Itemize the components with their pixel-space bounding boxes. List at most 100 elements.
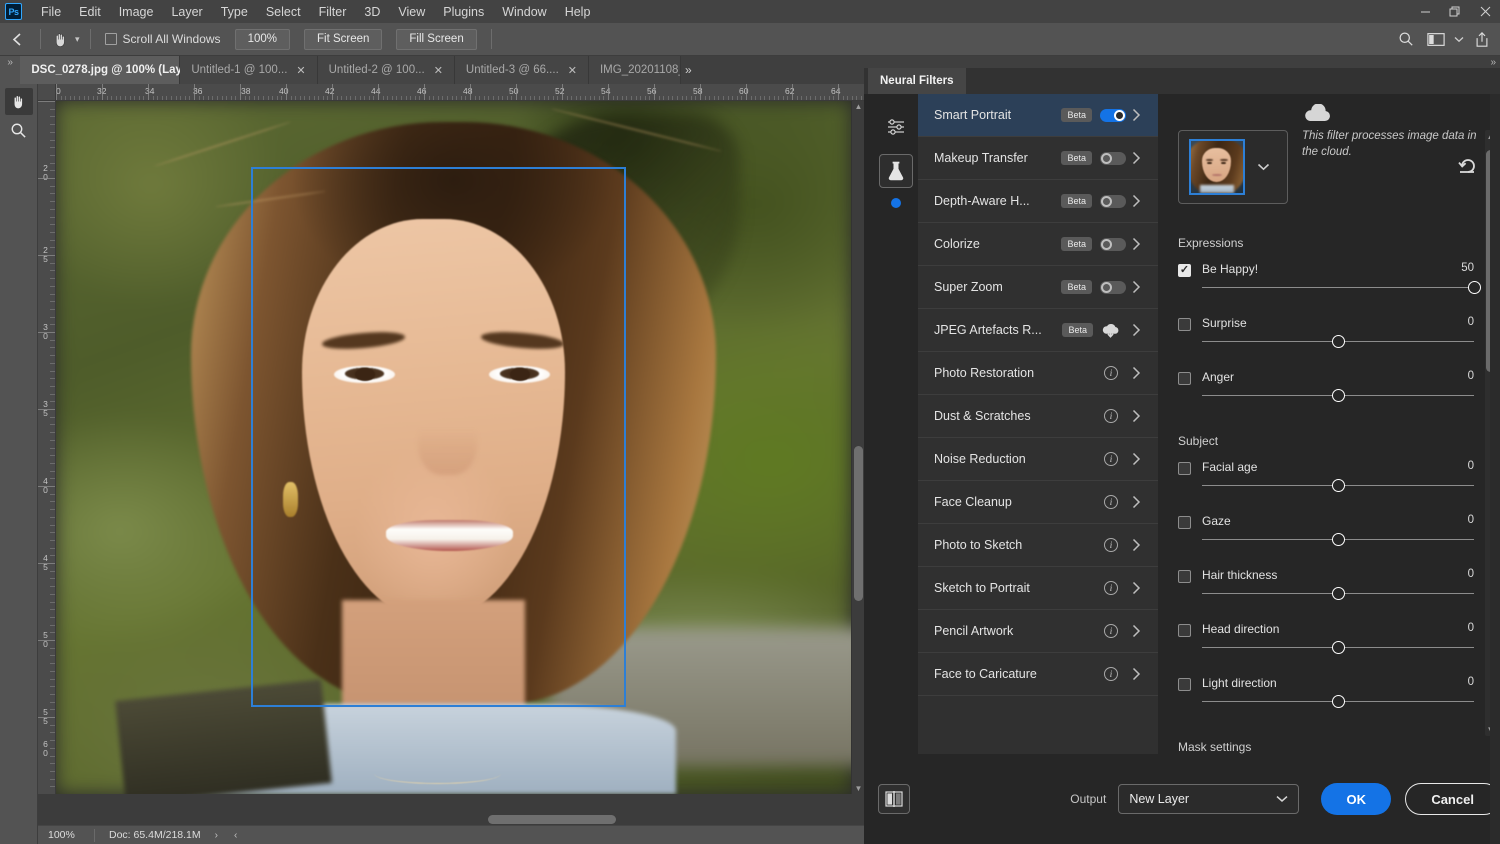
chevron-right-icon[interactable] bbox=[1132, 624, 1158, 638]
slider-knob[interactable] bbox=[1332, 389, 1345, 402]
slider-checkbox[interactable] bbox=[1178, 678, 1191, 691]
slider-light-direction[interactable]: Light direction0 bbox=[1178, 678, 1474, 722]
slider-checkbox[interactable] bbox=[1178, 318, 1191, 331]
slider-checkbox[interactable] bbox=[1178, 264, 1191, 277]
hand-tool-icon[interactable] bbox=[47, 26, 73, 52]
tab-neural-filters[interactable]: Neural Filters bbox=[868, 68, 966, 94]
filter-row-jpeg-artefacts-r[interactable]: JPEG Artefacts R...Beta bbox=[918, 309, 1158, 352]
chevron-down-icon[interactable]: ▾ bbox=[75, 34, 80, 45]
menu-type[interactable]: Type bbox=[212, 2, 257, 22]
output-select[interactable]: New Layer bbox=[1118, 784, 1299, 814]
filter-row-face-cleanup[interactable]: Face Cleanupi bbox=[918, 481, 1158, 524]
panel-expand-left-icon[interactable]: » bbox=[0, 56, 20, 84]
chevron-right-icon[interactable] bbox=[1132, 194, 1158, 208]
minimize-icon[interactable] bbox=[1410, 0, 1440, 23]
tab-overflow-icon[interactable]: » bbox=[681, 56, 695, 84]
info-icon[interactable]: i bbox=[1104, 409, 1118, 423]
chevron-right-icon[interactable] bbox=[1132, 366, 1158, 380]
slider-knob[interactable] bbox=[1332, 695, 1345, 708]
close-icon[interactable]: ✕ bbox=[296, 64, 305, 77]
flask-icon[interactable] bbox=[879, 154, 913, 188]
slider-checkbox[interactable] bbox=[1178, 372, 1191, 385]
slider-checkbox[interactable] bbox=[1178, 570, 1191, 583]
slider-knob[interactable] bbox=[1468, 281, 1481, 294]
menu-select[interactable]: Select bbox=[257, 2, 310, 22]
zoom-tool[interactable] bbox=[5, 117, 33, 144]
scrollbar-thumb[interactable] bbox=[854, 446, 863, 601]
chevron-right-icon[interactable] bbox=[1132, 538, 1158, 552]
menu-view[interactable]: View bbox=[389, 2, 434, 22]
image-canvas[interactable] bbox=[56, 101, 851, 794]
filter-row-depth-aware-h[interactable]: Depth-Aware H...Beta bbox=[918, 180, 1158, 223]
workspace-icon[interactable] bbox=[1422, 26, 1450, 52]
cloud-download-icon[interactable] bbox=[1101, 322, 1120, 338]
tab-untitled-2[interactable]: Untitled-2 @ 100... ✕ bbox=[318, 56, 455, 84]
status-next-icon[interactable]: › bbox=[201, 830, 218, 841]
info-icon[interactable]: i bbox=[1104, 667, 1118, 681]
chevron-right-icon[interactable] bbox=[1132, 409, 1158, 423]
chevron-right-icon[interactable] bbox=[1132, 581, 1158, 595]
filter-toggle[interactable] bbox=[1100, 195, 1126, 208]
reset-icon[interactable] bbox=[1458, 158, 1478, 174]
scroll-all-windows-checkbox[interactable]: Scroll All Windows bbox=[105, 32, 221, 46]
hand-tool[interactable] bbox=[5, 88, 33, 115]
ok-button[interactable]: OK bbox=[1321, 783, 1391, 815]
info-icon[interactable]: i bbox=[1104, 538, 1118, 552]
filter-row-dust-scratches[interactable]: Dust & Scratchesi bbox=[918, 395, 1158, 438]
cancel-button[interactable]: Cancel bbox=[1405, 783, 1500, 815]
zoom-100-button[interactable]: 100% bbox=[235, 29, 290, 50]
slider-checkbox[interactable] bbox=[1178, 516, 1191, 529]
canvas-vertical-scrollbar[interactable]: ▲ ▼ bbox=[851, 101, 864, 794]
slider-knob[interactable] bbox=[1332, 533, 1345, 546]
filter-row-photo-to-sketch[interactable]: Photo to Sketchi bbox=[918, 524, 1158, 567]
zoom-level[interactable]: 100% bbox=[38, 829, 94, 841]
tab-img-20201108[interactable]: IMG_20201108_0002_aft bbox=[589, 56, 681, 84]
slider-be-happy[interactable]: Be Happy!50 bbox=[1178, 264, 1474, 308]
compare-split-icon[interactable] bbox=[878, 784, 910, 814]
neural-filters-list[interactable]: Smart PortraitBetaMakeup TransferBetaDep… bbox=[918, 94, 1158, 754]
share-icon[interactable] bbox=[1468, 26, 1496, 52]
tab-untitled-1[interactable]: Untitled-1 @ 100... ✕ bbox=[180, 56, 317, 84]
info-icon[interactable]: i bbox=[1104, 452, 1118, 466]
filter-toggle[interactable] bbox=[1100, 238, 1126, 251]
tab-untitled-3[interactable]: Untitled-3 @ 66.... ✕ bbox=[455, 56, 589, 84]
maximize-icon[interactable] bbox=[1440, 0, 1470, 23]
slider-checkbox[interactable] bbox=[1178, 624, 1191, 637]
menu-window[interactable]: Window bbox=[493, 2, 555, 22]
filter-toggle[interactable] bbox=[1100, 281, 1126, 294]
filter-row-smart-portrait[interactable]: Smart PortraitBeta bbox=[918, 94, 1158, 137]
menu-file[interactable]: File bbox=[32, 2, 70, 22]
filter-row-colorize[interactable]: ColorizeBeta bbox=[918, 223, 1158, 266]
slider-facial-age[interactable]: Facial age0 bbox=[1178, 462, 1474, 506]
slider-track[interactable] bbox=[1202, 287, 1474, 288]
chevron-right-icon[interactable] bbox=[1132, 323, 1158, 337]
chevron-right-icon[interactable] bbox=[1132, 108, 1158, 122]
chevron-down-icon[interactable] bbox=[1257, 163, 1270, 171]
menu-layer[interactable]: Layer bbox=[162, 2, 211, 22]
info-icon[interactable]: i bbox=[1104, 366, 1118, 380]
close-icon[interactable]: ✕ bbox=[568, 64, 577, 77]
filter-row-face-to-caricature[interactable]: Face to Caricaturei bbox=[918, 653, 1158, 696]
menu-image[interactable]: Image bbox=[110, 2, 163, 22]
status-prev-icon[interactable]: ‹ bbox=[218, 830, 237, 841]
scrollbar-thumb[interactable] bbox=[488, 815, 616, 824]
slider-surprise[interactable]: Surprise0 bbox=[1178, 318, 1474, 362]
chevron-down-icon[interactable] bbox=[1452, 26, 1466, 52]
chevron-right-icon[interactable] bbox=[1132, 151, 1158, 165]
filter-row-photo-restoration[interactable]: Photo Restorationi bbox=[918, 352, 1158, 395]
slider-knob[interactable] bbox=[1332, 587, 1345, 600]
slider-knob[interactable] bbox=[1332, 641, 1345, 654]
filter-toggle[interactable] bbox=[1100, 152, 1126, 165]
menu-edit[interactable]: Edit bbox=[70, 2, 110, 22]
filter-row-noise-reduction[interactable]: Noise Reductioni bbox=[918, 438, 1158, 481]
fit-screen-button[interactable]: Fit Screen bbox=[304, 29, 382, 50]
filter-row-pencil-artwork[interactable]: Pencil Artworki bbox=[918, 610, 1158, 653]
menu-plugins[interactable]: Plugins bbox=[434, 2, 493, 22]
slider-anger[interactable]: Anger0 bbox=[1178, 372, 1474, 416]
info-icon[interactable]: i bbox=[1104, 581, 1118, 595]
slider-head-direction[interactable]: Head direction0 bbox=[1178, 624, 1474, 668]
filter-row-super-zoom[interactable]: Super ZoomBeta bbox=[918, 266, 1158, 309]
preview-selector[interactable] bbox=[1178, 130, 1288, 204]
menu-help[interactable]: Help bbox=[556, 2, 600, 22]
chevron-right-icon[interactable] bbox=[1132, 452, 1158, 466]
